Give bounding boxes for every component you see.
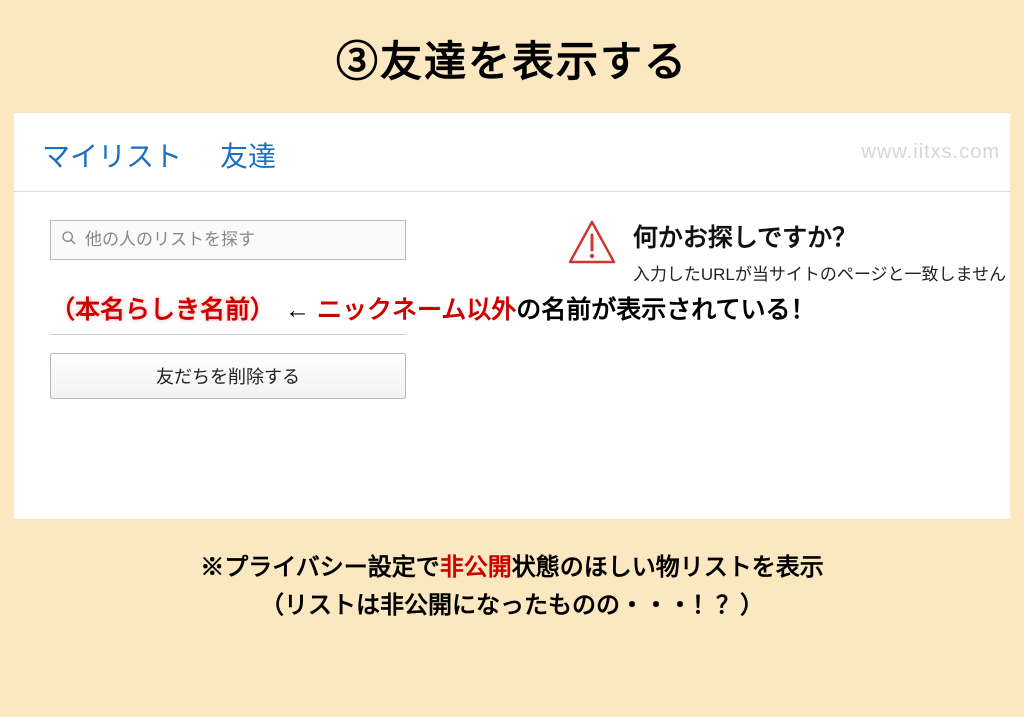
footer-suffix: 状態のほしい物リストを表示	[512, 554, 824, 581]
error-text: 何かお探しですか？ 入力したURLが当サイトのページと一致しません	[633, 216, 1006, 285]
alert-icon	[565, 216, 619, 270]
error-block: 何かお探しですか？ 入力したURLが当サイトのページと一致しません	[565, 216, 1010, 285]
annotation-row: （本名らしき名前） ← ニックネーム以外の名前が表示されている！	[50, 290, 1010, 326]
watermark-text: www.iitxs.com	[861, 141, 1000, 164]
tab-friends[interactable]: 友達	[220, 135, 276, 175]
annotation-nickname: ニックネーム以外	[317, 296, 516, 324]
real-name-placeholder: （本名らしき名前）	[50, 290, 275, 326]
footer-prefix: ※プライバシー設定で	[200, 554, 440, 581]
search-input[interactable]	[85, 230, 395, 250]
screenshot-panel: www.iitxs.com マイリスト 友達 （本名らしき名前） ← ニックネー…	[14, 113, 1010, 519]
divider	[50, 334, 406, 335]
footer-line2: （リストは非公開になったものの・・・！？）	[0, 587, 1024, 625]
search-icon	[61, 230, 77, 251]
error-subtext: 入力したURLが当サイトのページと一致しません	[633, 260, 1006, 285]
footer-red: 非公開	[440, 554, 512, 581]
search-box[interactable]	[50, 220, 406, 260]
content-area: （本名らしき名前） ← ニックネーム以外の名前が表示されている！ 友だちを削除す…	[14, 192, 1010, 399]
tab-mylist[interactable]: マイリスト	[42, 135, 182, 175]
delete-friend-button[interactable]: 友だちを削除する	[50, 353, 406, 399]
footer-note: ※プライバシー設定で非公開状態のほしい物リストを表示 （リストは非公開になったも…	[0, 549, 1024, 626]
arrow-left-icon: ←	[285, 296, 310, 324]
page-title: ③友達を表示する	[0, 0, 1024, 113]
error-heading: 何かお探しですか？	[633, 218, 1006, 254]
annotation-suffix: の名前が表示されている！	[516, 296, 815, 324]
